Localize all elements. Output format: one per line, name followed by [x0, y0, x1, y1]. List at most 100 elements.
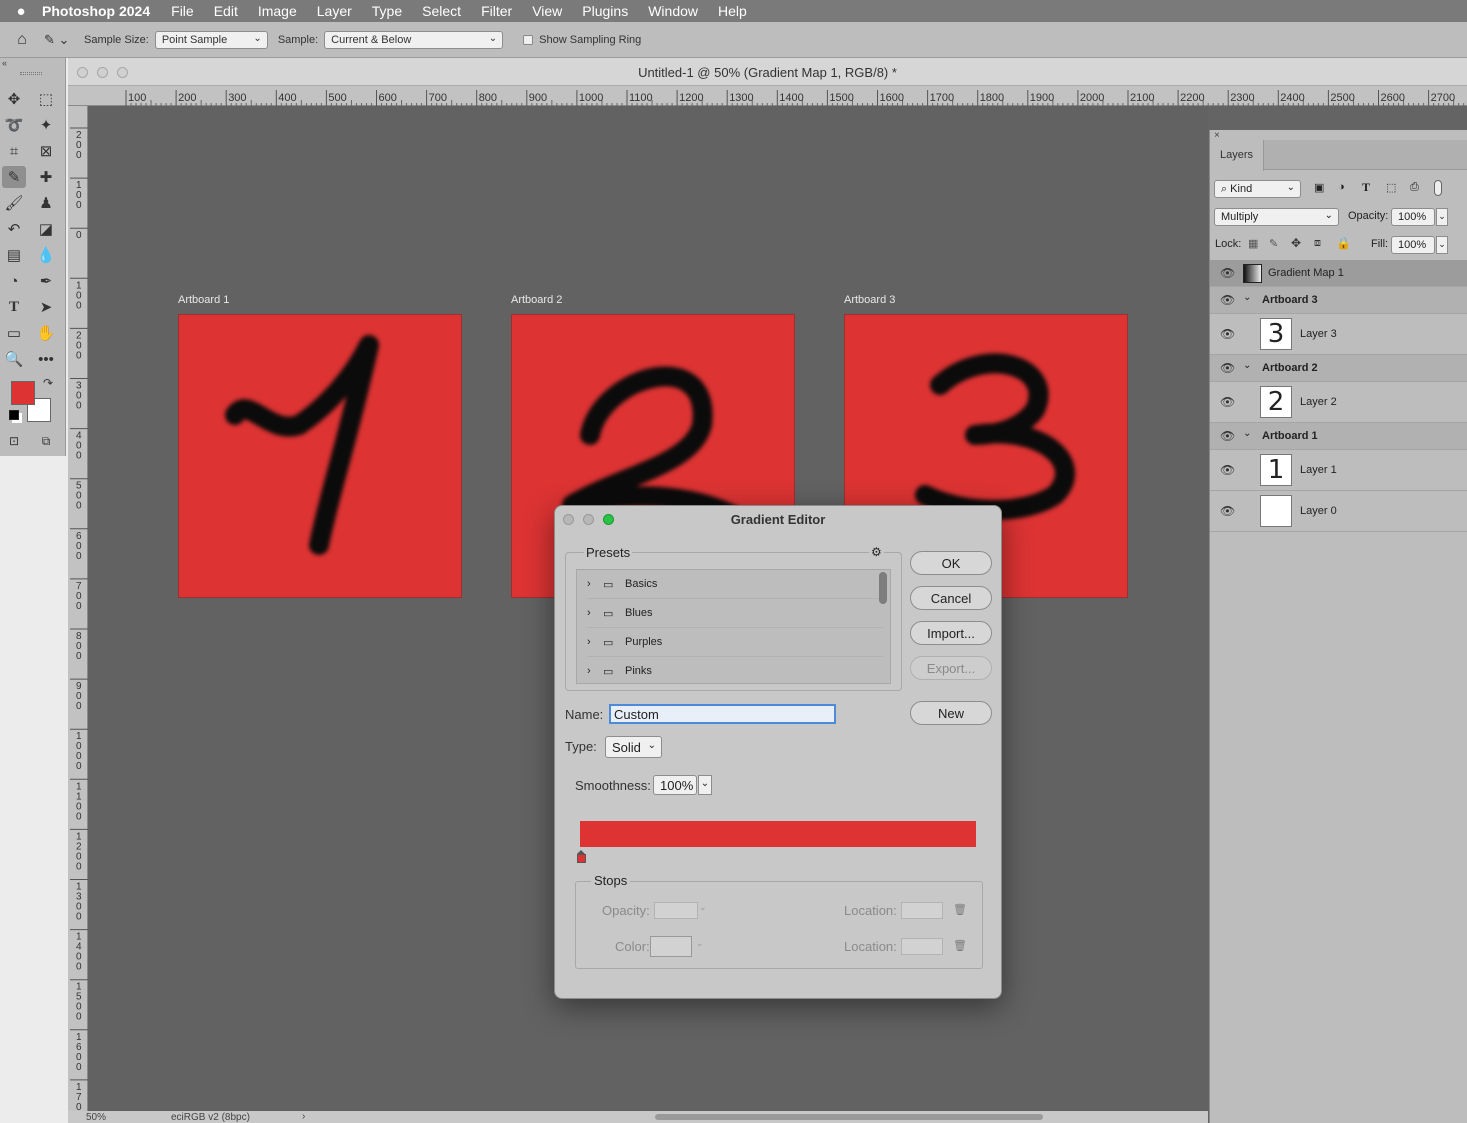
visibility-eye-icon[interactable]: 👁 — [1220, 463, 1235, 477]
move-tool-icon[interactable]: ✥ — [2, 88, 26, 110]
filter-pixel-icon[interactable]: ▣ — [1314, 181, 1324, 194]
stop-opacity-location-field[interactable] — [901, 902, 943, 919]
smoothness-field[interactable]: 100% — [653, 775, 697, 795]
smoothness-dropdown-icon[interactable]: ⌄ — [698, 775, 712, 795]
dodge-tool-icon[interactable]: ◔ — [2, 270, 26, 292]
menu-filter[interactable]: Filter — [481, 3, 512, 19]
pen-tool-icon[interactable]: ✒ — [34, 270, 58, 292]
visibility-eye-icon[interactable]: 👁 — [1220, 327, 1235, 341]
visibility-eye-icon[interactable]: 👁 — [1220, 266, 1235, 280]
app-name-menu[interactable]: Photoshop 2024 — [42, 3, 150, 19]
home-icon[interactable]: ⌂ — [0, 31, 44, 49]
lock-artboard-icon[interactable]: ⧈ — [1314, 237, 1321, 250]
layer-row-layer-1[interactable]: 👁 1 Layer 1 — [1210, 450, 1467, 491]
filter-shape-icon[interactable]: ⬚ — [1386, 181, 1396, 194]
eraser-tool-icon[interactable]: ◪ — [34, 218, 58, 240]
artboard-3-label[interactable]: Artboard 3 — [844, 294, 895, 306]
vertical-ruler[interactable]: 2001000100200300400500600700800900100011… — [68, 106, 88, 1111]
preset-folder-purples[interactable]: › ▭ Purples — [587, 628, 883, 657]
status-chevron-icon[interactable]: › — [302, 1111, 305, 1122]
toolbox-collapse-icon[interactable]: « — [2, 58, 7, 68]
frame-tool-icon[interactable]: ⊠ — [34, 140, 58, 162]
more-tools-icon[interactable]: ••• — [34, 348, 58, 370]
lock-transparency-icon[interactable]: ▦ — [1248, 237, 1258, 250]
gradient-preview-bar[interactable] — [580, 821, 976, 847]
rectangle-tool-icon[interactable]: ▭ — [2, 322, 26, 344]
horizontal-scrollbar[interactable] — [655, 1114, 1043, 1120]
menu-window[interactable]: Window — [648, 3, 698, 19]
name-input[interactable] — [609, 704, 836, 724]
crop-tool-icon[interactable]: ⌗ — [2, 140, 26, 162]
lasso-tool-icon[interactable]: ➰ — [2, 114, 26, 136]
opacity-field[interactable]: 100% — [1391, 208, 1435, 226]
group-expand-chevron-icon[interactable]: ⌄ — [1243, 360, 1251, 371]
stop-opacity-field[interactable] — [654, 902, 698, 919]
eyedropper-tool-icon[interactable]: ✎ — [2, 166, 26, 188]
menu-file[interactable]: File — [171, 3, 194, 19]
presets-gear-icon[interactable]: ⚙ — [869, 545, 884, 559]
preset-folder-pinks[interactable]: › ▭ Pinks — [587, 657, 883, 683]
preset-folder-basics[interactable]: › ▭ Basics — [587, 570, 883, 599]
menu-plugins[interactable]: Plugins — [582, 3, 628, 19]
preset-folder-blues[interactable]: › ▭ Blues — [587, 599, 883, 628]
magic-wand-tool-icon[interactable]: ✦ — [34, 114, 58, 136]
export-button[interactable]: Export... — [910, 656, 992, 680]
stop-color-location-field[interactable] — [901, 938, 943, 955]
menu-select[interactable]: Select — [422, 3, 461, 19]
blend-mode-select[interactable]: Multiply ⌄ — [1214, 208, 1339, 226]
default-colors-icon[interactable] — [9, 410, 19, 420]
ok-button[interactable]: OK — [910, 551, 992, 575]
lock-all-icon[interactable]: 🔒 — [1336, 236, 1351, 250]
layer-row-gradient-map[interactable]: 👁 Gradient Map 1 — [1210, 260, 1467, 287]
layers-tab[interactable]: Layers — [1210, 140, 1264, 171]
stop-color-swatch[interactable] — [650, 936, 692, 957]
blur-tool-icon[interactable]: 💧 — [34, 244, 58, 266]
fill-dropdown-icon[interactable]: ⌄ — [1436, 236, 1448, 254]
quick-mask-icon[interactable]: ⊡ — [2, 430, 26, 452]
menu-view[interactable]: View — [532, 3, 562, 19]
delete-opacity-stop-icon[interactable]: 🗑 — [953, 903, 967, 916]
filter-type-icon[interactable]: T — [1362, 180, 1370, 195]
layer-row-layer-2[interactable]: 👁 2 Layer 2 — [1210, 382, 1467, 423]
history-brush-tool-icon[interactable]: ↶ — [2, 218, 26, 240]
sample-select[interactable]: Current & Below ⌄ — [324, 30, 504, 49]
show-ring-checkbox[interactable] — [523, 34, 534, 45]
zoom-level[interactable]: 50% — [86, 1112, 106, 1123]
toolbox-grip[interactable] — [20, 72, 42, 75]
foreground-color-swatch[interactable] — [11, 381, 35, 405]
type-select[interactable]: Solid ⌄ — [605, 736, 662, 758]
dialog-title-bar[interactable]: Gradient Editor — [555, 506, 1001, 534]
artboard-1[interactable] — [178, 314, 462, 598]
visibility-eye-icon[interactable]: 👁 — [1220, 429, 1235, 443]
healing-brush-tool-icon[interactable]: ✚ — [34, 166, 58, 188]
type-tool-icon[interactable]: T — [2, 296, 26, 318]
horizontal-ruler[interactable]: 100 200 300 400 500 600 700 800 900 1000 1100 1200 1… — [68, 86, 1467, 106]
new-button[interactable]: New — [910, 701, 992, 725]
visibility-eye-icon[interactable]: 👁 — [1220, 504, 1235, 518]
layer-group-artboard-1[interactable]: 👁 ⌄ Artboard 1 — [1210, 423, 1467, 450]
delete-color-stop-icon[interactable]: 🗑 — [953, 939, 967, 952]
path-selection-tool-icon[interactable]: ➤ — [34, 296, 58, 318]
cancel-button[interactable]: Cancel — [910, 586, 992, 610]
artboard-1-label[interactable]: Artboard 1 — [178, 294, 229, 306]
menu-layer[interactable]: Layer — [317, 3, 352, 19]
visibility-eye-icon[interactable]: 👁 — [1220, 361, 1235, 375]
lock-position-icon[interactable]: ✥ — [1291, 236, 1301, 250]
layer-row-layer-3[interactable]: 👁 3 Layer 3 — [1210, 314, 1467, 355]
lock-image-icon[interactable]: ✎ — [1269, 237, 1278, 250]
sample-size-select[interactable]: Point Sample ⌄ — [154, 30, 268, 49]
layer-row-layer-0[interactable]: 👁 Layer 0 — [1210, 491, 1467, 532]
visibility-eye-icon[interactable]: 👁 — [1220, 395, 1235, 409]
menu-image[interactable]: Image — [258, 3, 297, 19]
brush-tool-icon[interactable]: 🖌 — [2, 192, 26, 214]
group-expand-chevron-icon[interactable]: ⌄ — [1243, 428, 1251, 439]
filter-toggle-icon[interactable] — [1434, 180, 1442, 196]
import-button[interactable]: Import... — [910, 621, 992, 645]
marquee-tool-icon[interactable]: ⬚ — [34, 88, 58, 110]
clone-stamp-tool-icon[interactable]: ♟ — [34, 192, 58, 214]
filter-kind-select[interactable]: ⌕ Kind ⌄ — [1214, 180, 1301, 198]
layer-group-artboard-2[interactable]: 👁 ⌄ Artboard 2 — [1210, 355, 1467, 382]
opacity-dropdown-icon[interactable]: ⌄ — [1436, 208, 1448, 226]
menu-edit[interactable]: Edit — [214, 3, 238, 19]
zoom-tool-icon[interactable]: 🔍 — [2, 348, 26, 370]
